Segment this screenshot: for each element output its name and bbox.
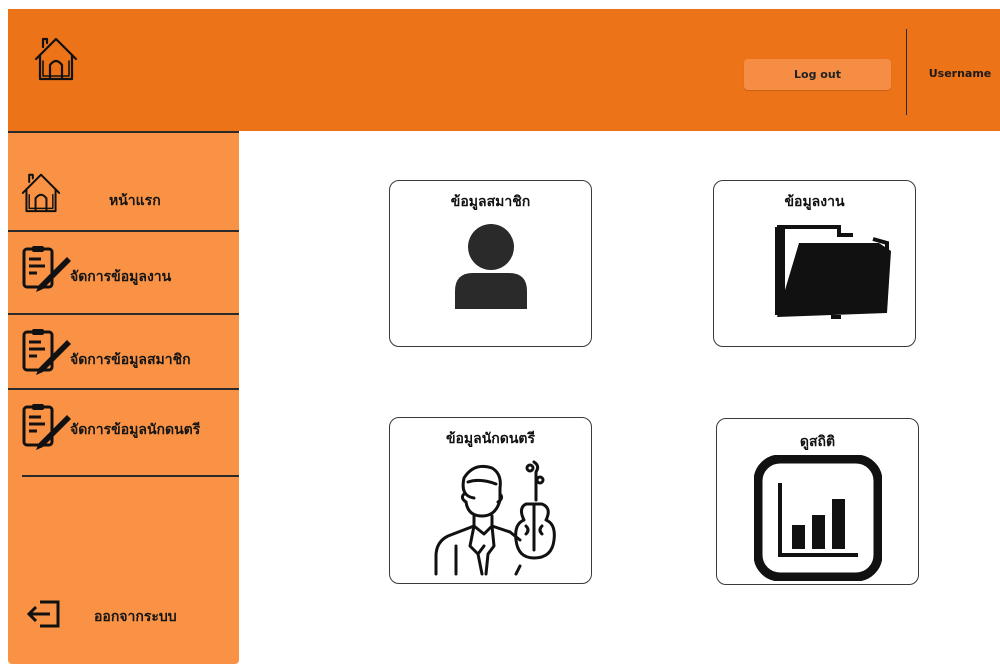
sidebar-divider bbox=[8, 131, 239, 133]
sidebar-divider bbox=[8, 388, 239, 390]
user-icon bbox=[455, 224, 527, 309]
sidebar-item-manage-jobs[interactable]: จัดการข้อมูลงาน bbox=[8, 243, 239, 303]
sidebar-item-label: จัดการข้อมูลงาน bbox=[70, 269, 172, 285]
sidebar-item-manage-musicians[interactable]: จัดการข้อมูลนักดนตรี bbox=[8, 401, 239, 461]
document-edit-icon bbox=[22, 329, 71, 375]
card-members[interactable]: ข้อมูลสมาชิก bbox=[389, 180, 592, 347]
card-title: ข้อมูลนักดนตรี bbox=[445, 431, 536, 447]
top-header: Log out Username bbox=[8, 9, 1000, 131]
sidebar-item-home[interactable]: หน้าแรก bbox=[8, 166, 239, 226]
username-label[interactable]: Username bbox=[920, 67, 1000, 80]
folder-icon bbox=[775, 225, 891, 319]
sidebar-item-label: หน้าแรก bbox=[109, 193, 161, 209]
sidebar-item-manage-members[interactable]: จัดการข้อมูลสมาชิก bbox=[8, 326, 239, 386]
bar-chart-icon bbox=[754, 455, 882, 581]
header-divider bbox=[906, 29, 907, 115]
logout-icon bbox=[26, 600, 60, 628]
document-edit-icon bbox=[22, 246, 71, 292]
sidebar-divider bbox=[8, 230, 239, 232]
sidebar-item-label: จัดการข้อมูลนักดนตรี bbox=[70, 422, 201, 438]
card-title: ข้อมูลงาน bbox=[784, 194, 845, 210]
sidebar-logout-label: ออกจากระบบ bbox=[94, 609, 177, 625]
home-icon bbox=[21, 173, 61, 213]
card-jobs[interactable]: ข้อมูลงาน bbox=[713, 180, 916, 347]
logout-button[interactable]: Log out bbox=[744, 59, 891, 90]
sidebar: หน้าแรก จัดการข้อมูลงาน จัดการข้อมูลสมาช… bbox=[8, 131, 239, 664]
musician-violin-icon bbox=[434, 460, 556, 576]
card-title: ดูสถิติ bbox=[799, 434, 836, 450]
card-musicians[interactable]: ข้อมูลนักดนตรี bbox=[389, 417, 592, 584]
card-title: ข้อมูลสมาชิก bbox=[450, 194, 531, 210]
document-edit-icon bbox=[22, 404, 71, 450]
sidebar-item-label: จัดการข้อมูลสมาชิก bbox=[70, 352, 191, 368]
sidebar-logout[interactable]: ออกจากระบบ bbox=[8, 587, 239, 647]
sidebar-divider bbox=[8, 313, 239, 315]
card-statistics[interactable]: ดูสถิติ bbox=[716, 418, 919, 585]
home-icon[interactable] bbox=[34, 35, 78, 81]
app-root: Log out Username หน้าแรก จัดการข้อมูลงาน… bbox=[0, 0, 1000, 664]
sidebar-divider bbox=[22, 475, 239, 477]
